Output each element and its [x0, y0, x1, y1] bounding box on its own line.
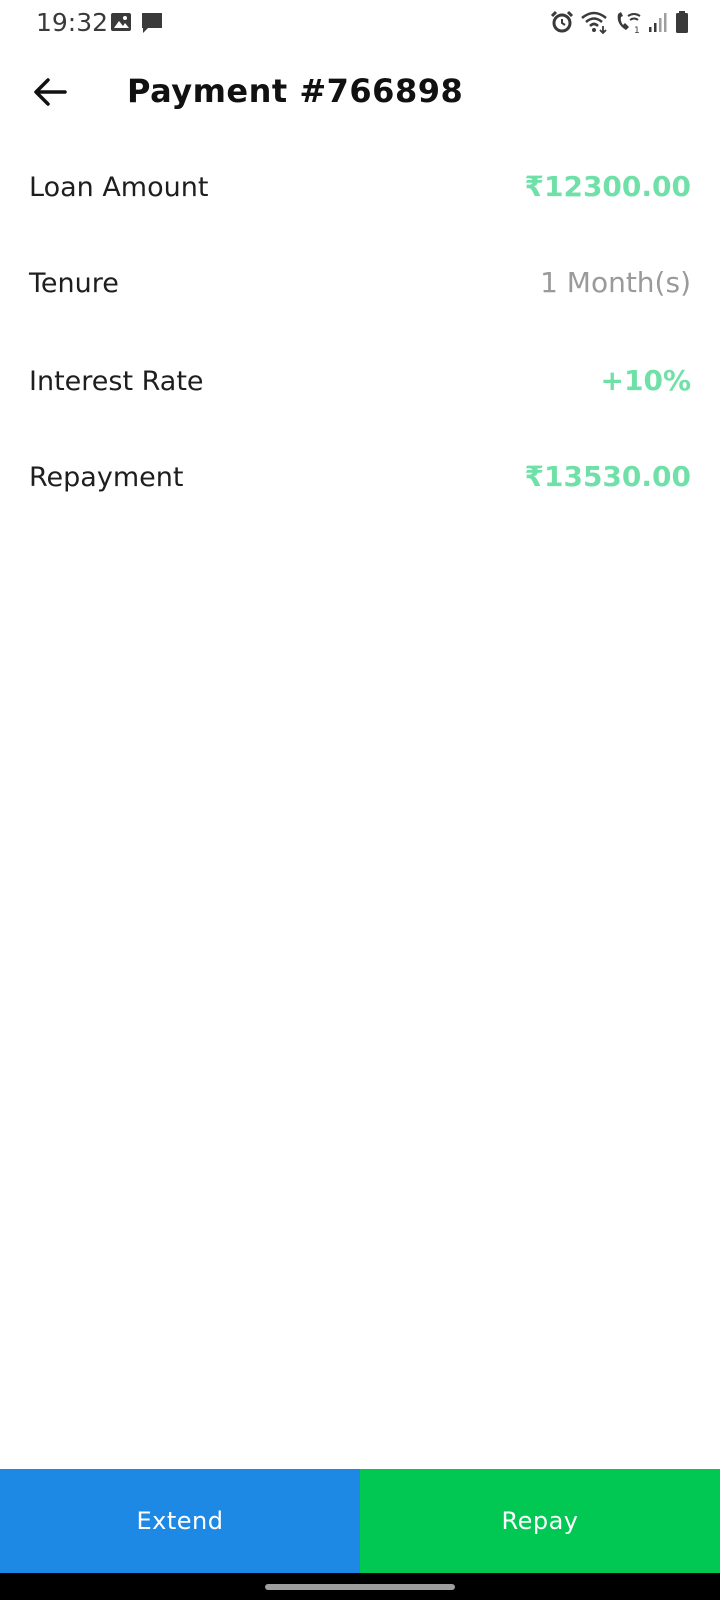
loan-amount-value: ₹12300.00: [524, 170, 692, 203]
detail-row-loan-amount: Loan Amount ₹12300.00: [0, 160, 720, 220]
detail-row-tenure: Tenure 1 Month(s): [0, 256, 720, 316]
status-right-icons: 1: [550, 10, 690, 34]
bottom-action-bar: Extend Repay: [0, 1469, 720, 1573]
message-icon: [140, 11, 164, 35]
battery-icon: [674, 10, 690, 34]
interest-rate-value: +10%: [600, 364, 691, 397]
alarm-icon: [550, 10, 574, 34]
status-bar: 19:32 1: [0, 0, 720, 46]
page-title: Payment #766898: [127, 72, 464, 110]
status-left-icons: [110, 11, 164, 35]
tenure-value: 1 Month(s): [540, 266, 691, 299]
repay-button[interactable]: Repay: [360, 1469, 720, 1573]
payment-detail-screen: 19:32 1 Payment #766898 Loan Amount ₹123…: [0, 0, 720, 1600]
wifi-icon: [580, 10, 608, 34]
image-icon: [110, 11, 132, 35]
repayment-value: ₹13530.00: [524, 460, 692, 493]
svg-text:1: 1: [634, 26, 640, 34]
arrow-left-icon: [33, 77, 67, 111]
tenure-label: Tenure: [29, 268, 119, 299]
back-button[interactable]: [28, 72, 72, 116]
system-nav-bar: [0, 1573, 720, 1600]
signal-icon: [648, 11, 668, 33]
status-time: 19:32: [36, 8, 109, 37]
extend-button[interactable]: Extend: [0, 1469, 360, 1573]
wifi-call-icon: 1: [614, 10, 642, 34]
home-gesture-handle[interactable]: [265, 1584, 455, 1590]
detail-row-interest-rate: Interest Rate +10%: [0, 354, 720, 414]
detail-row-repayment: Repayment ₹13530.00: [0, 450, 720, 510]
repayment-label: Repayment: [29, 462, 184, 493]
interest-rate-label: Interest Rate: [29, 366, 204, 397]
app-bar: Payment #766898: [0, 60, 720, 128]
loan-amount-label: Loan Amount: [29, 172, 209, 203]
